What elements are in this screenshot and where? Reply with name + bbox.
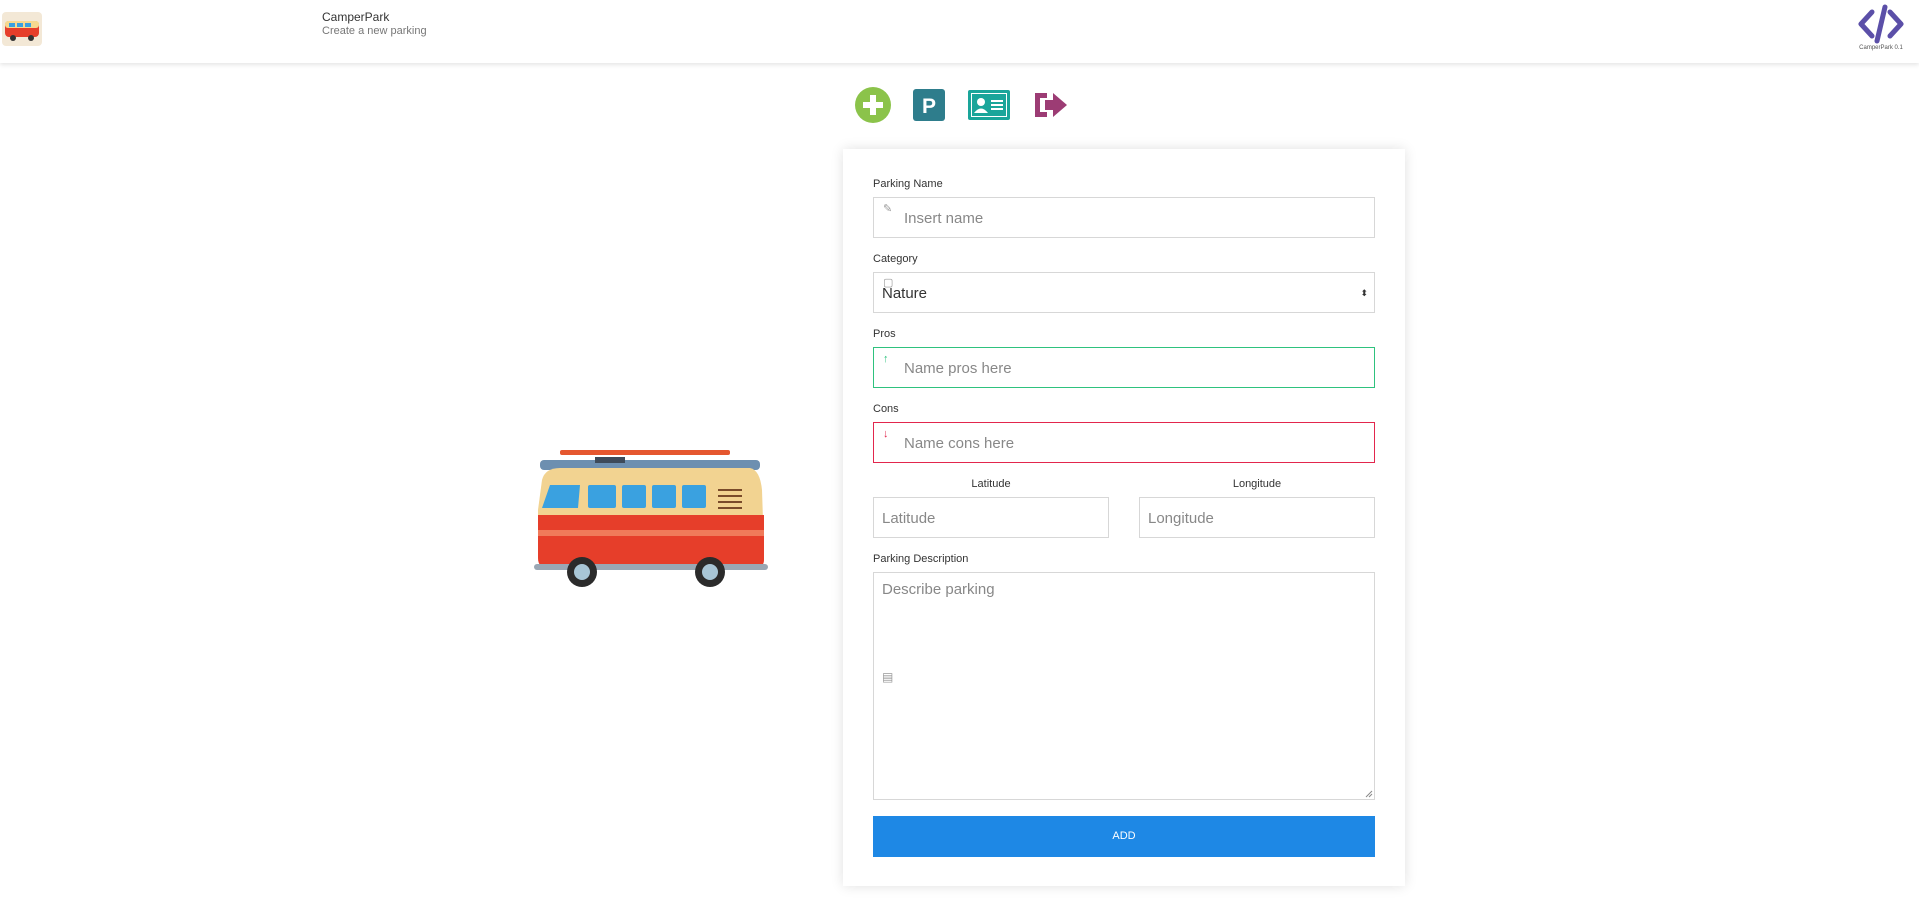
longitude-placeholder: Longitude (1148, 510, 1214, 527)
category-select[interactable]: ▢ Nature ⬍ (873, 272, 1375, 313)
parking-name-input[interactable]: ✎ Insert name (873, 197, 1375, 238)
cons-placeholder: Name cons here (904, 435, 1015, 452)
pros-label: Pros (873, 328, 896, 340)
version-label: CamperPark 0.1 (1859, 45, 1903, 51)
logout-button[interactable] (1031, 86, 1069, 124)
parking-form-card: Parking Name ✎ Insert name Category ▢ Na… (843, 149, 1405, 886)
longitude-label: Longitude (1232, 478, 1282, 490)
add-parking-button[interactable] (854, 86, 892, 124)
code-brackets-icon (1858, 4, 1904, 44)
description-placeholder: Describe parking (882, 581, 995, 598)
pros-input[interactable]: ↑ Name pros here (873, 347, 1375, 388)
code-logo[interactable]: CamperPark 0.1 (1855, 4, 1907, 56)
description-label: Parking Description (873, 553, 969, 565)
longitude-input[interactable]: Longitude (1139, 497, 1375, 538)
description-textarea[interactable]: Describe parking ▤ (873, 572, 1375, 800)
van-logo-icon[interactable] (2, 8, 42, 48)
latitude-placeholder: Latitude (882, 510, 936, 527)
edit-icon: ✎ (883, 203, 893, 215)
arrow-up-icon: ↑ (883, 353, 889, 365)
pros-placeholder: Name pros here (904, 360, 1012, 377)
parking-list-button[interactable]: P (913, 86, 945, 124)
app-title: CamperPark (322, 10, 390, 24)
resize-handle-icon[interactable] (1365, 790, 1373, 798)
parking-name-placeholder: Insert name (904, 210, 984, 227)
profile-button[interactable] (968, 86, 1010, 124)
select-arrow-icon: ⬍ (1360, 288, 1368, 298)
arrow-down-icon: ↓ (883, 428, 889, 440)
cons-label: Cons (873, 403, 899, 415)
app-header: CamperPark Create a new parking CamperPa… (0, 0, 1919, 63)
add-button[interactable]: ADD (873, 816, 1375, 857)
latitude-label: Latitude (971, 478, 1011, 490)
category-label: Category (873, 253, 918, 265)
parking-name-label: Parking Name (873, 178, 943, 190)
svg-text:P: P (922, 95, 936, 118)
latitude-input[interactable]: Latitude (873, 497, 1109, 538)
page-subtitle: Create a new parking (322, 25, 427, 37)
cons-input[interactable]: ↓ Name cons here (873, 422, 1375, 463)
toolbar: P (854, 86, 1074, 124)
document-icon: ▤ (882, 670, 894, 684)
camper-van-illustration (534, 450, 768, 587)
category-icon: ▢ (883, 277, 894, 289)
